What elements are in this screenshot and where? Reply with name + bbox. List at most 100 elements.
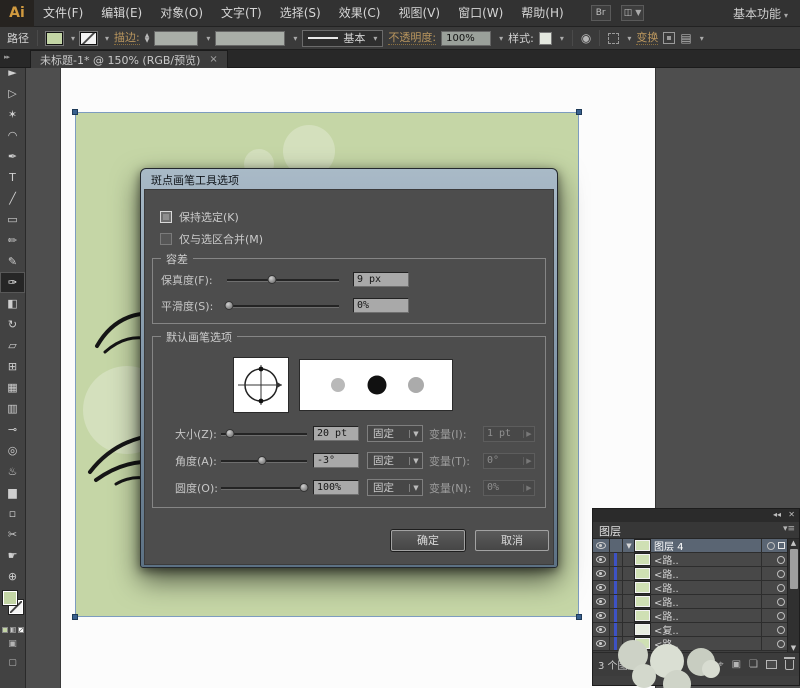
visibility-eye-icon[interactable] [593,623,610,636]
workspace-switcher[interactable]: 基本功能 ▾ [733,5,800,22]
document-tab[interactable]: 未标题-1* @ 150% (RGB/预览) × [30,50,228,68]
color-button[interactable] [1,627,8,633]
target-circle-icon[interactable] [777,569,785,578]
size-slider[interactable] [221,426,307,441]
chevron-down-icon[interactable]: ▾ [293,34,297,43]
selection-handle[interactable] [72,109,78,115]
select-similar-icon[interactable] [608,32,620,44]
selection-handle[interactable] [576,109,582,115]
tab-layers[interactable]: 图层 [599,523,621,539]
keep-selected-checkbox[interactable] [160,211,172,223]
stroke-weight-stepper[interactable]: ▲ ▼ [145,33,150,44]
tool-eraser[interactable]: ◧ [0,293,25,314]
layer-thumbnail[interactable] [635,610,650,621]
close-panel-icon[interactable]: ✕ [788,510,795,519]
visibility-eye-icon[interactable] [593,539,610,552]
align-icon[interactable] [663,32,676,44]
cancel-button[interactable]: 取消 [475,530,549,551]
collapse-tools-icon[interactable]: ▸▸ [4,53,10,61]
target-circle-icon[interactable] [777,639,785,648]
new-layer-icon[interactable] [766,660,777,669]
fidelity-slider[interactable] [227,272,339,287]
tool-direct-selection[interactable]: ▷ [0,83,25,104]
opacity-field[interactable]: 100% [441,30,492,46]
layer-thumbnail[interactable] [635,554,650,565]
opacity-link[interactable]: 不透明度: [388,31,437,45]
stroke-color-swatch[interactable] [80,31,98,45]
menu-type[interactable]: 文字(T) [212,0,271,27]
tool-magic-wand[interactable]: ✶ [0,104,25,125]
arrange-documents-icon[interactable]: ◫ ▼ [620,5,645,21]
panel-menu-icon[interactable]: ▾≡ [783,524,795,534]
chevron-down-icon[interactable]: ▾ [206,34,210,43]
visibility-eye-icon[interactable] [593,581,610,594]
layer-row[interactable]: <路.. [593,581,799,595]
menu-view[interactable]: 视图(V) [389,0,449,27]
visibility-eye-icon[interactable] [593,609,610,622]
roundness-slider[interactable] [221,480,309,495]
chevron-down-icon[interactable]: ▾ [71,34,75,43]
ok-button[interactable]: 确定 [391,530,465,551]
tool-paintbrush[interactable]: ✏ [0,230,25,251]
angle-slider[interactable] [221,453,307,468]
menu-edit[interactable]: 编辑(E) [92,0,151,27]
bridge-icon[interactable]: Br [590,5,611,21]
visibility-eye-icon[interactable] [593,595,610,608]
layer-thumbnail[interactable] [635,540,650,551]
tool-perspective-grid[interactable]: ⊞ [0,356,25,377]
expand-triangle-icon[interactable]: ▼ [623,542,635,550]
roundness-value-field[interactable]: 100% [313,480,359,495]
fill-swatch[interactable] [3,591,17,605]
layer-thumbnail[interactable] [635,568,650,579]
tool-column-graph[interactable]: ▆ [0,482,25,503]
panel-scrollbar[interactable]: ▲ ▼ [787,539,799,652]
tool-artboard[interactable]: ▫ [0,503,25,524]
layer-name[interactable]: <路.. [654,594,761,609]
smoothness-value-field[interactable]: 0% [353,298,409,313]
target-circle-icon[interactable] [777,597,785,606]
brush-definition-dropdown[interactable]: 基本 ▾ [302,29,384,47]
layer-row[interactable]: <复.. [593,623,799,637]
smoothness-slider[interactable] [224,298,339,313]
target-circle-icon[interactable] [767,541,775,550]
target-circle-icon[interactable] [777,625,785,634]
scrollbar-thumb[interactable] [790,549,798,589]
tool-gradient[interactable]: ▥ [0,398,25,419]
chevron-down-icon[interactable]: ▾ [700,34,704,43]
stroke-panel-link[interactable]: 描边: [114,31,140,45]
tool-mesh[interactable]: ▦ [0,377,25,398]
tool-scale[interactable]: ▱ [0,335,25,356]
layer-name[interactable]: 图层 4 [654,539,761,553]
brush-angle-editor[interactable] [233,357,289,413]
clipping-mask-icon[interactable]: ▣ [732,659,741,670]
layer-row[interactable]: <路.. [593,595,799,609]
menu-select[interactable]: 选择(S) [271,0,330,27]
slider-thumb[interactable] [257,456,267,465]
tool-symbol-sprayer[interactable]: ♨ [0,461,25,482]
roundness-mode-dropdown[interactable]: 固定 ▼ [367,479,423,496]
tool-type[interactable]: T [0,167,25,188]
collapse-panel-icon[interactable]: ◂◂ [773,510,781,519]
target-circle-icon[interactable] [777,555,785,564]
fidelity-value-field[interactable]: 9 px [353,272,409,287]
screen-mode-icon[interactable]: ▢ [0,656,25,671]
layer-name[interactable]: <路.. [654,580,761,595]
menu-effect[interactable]: 效果(C) [330,0,390,27]
transform-link[interactable]: 变换 [636,31,659,45]
selection-handle[interactable] [72,614,78,620]
layer-row[interactable]: <路.. [593,567,799,581]
chevron-down-icon[interactable]: ▾ [105,34,109,43]
menu-help[interactable]: 帮助(H) [512,0,572,27]
none-button[interactable] [17,627,24,633]
target-circle-icon[interactable] [777,611,785,620]
scroll-up-icon[interactable]: ▲ [788,539,799,547]
menu-object[interactable]: 对象(O) [151,0,212,27]
width-profile-dropdown[interactable] [215,30,286,46]
tool-eyedropper[interactable]: ⊸ [0,419,25,440]
layer-row[interactable]: <路.. [593,553,799,567]
layer-name[interactable]: <复.. [654,622,761,637]
tool-pencil[interactable]: ✎ [0,251,25,272]
stroke-weight-field[interactable] [154,30,199,46]
slider-thumb[interactable] [299,483,309,492]
slider-thumb[interactable] [224,301,234,310]
